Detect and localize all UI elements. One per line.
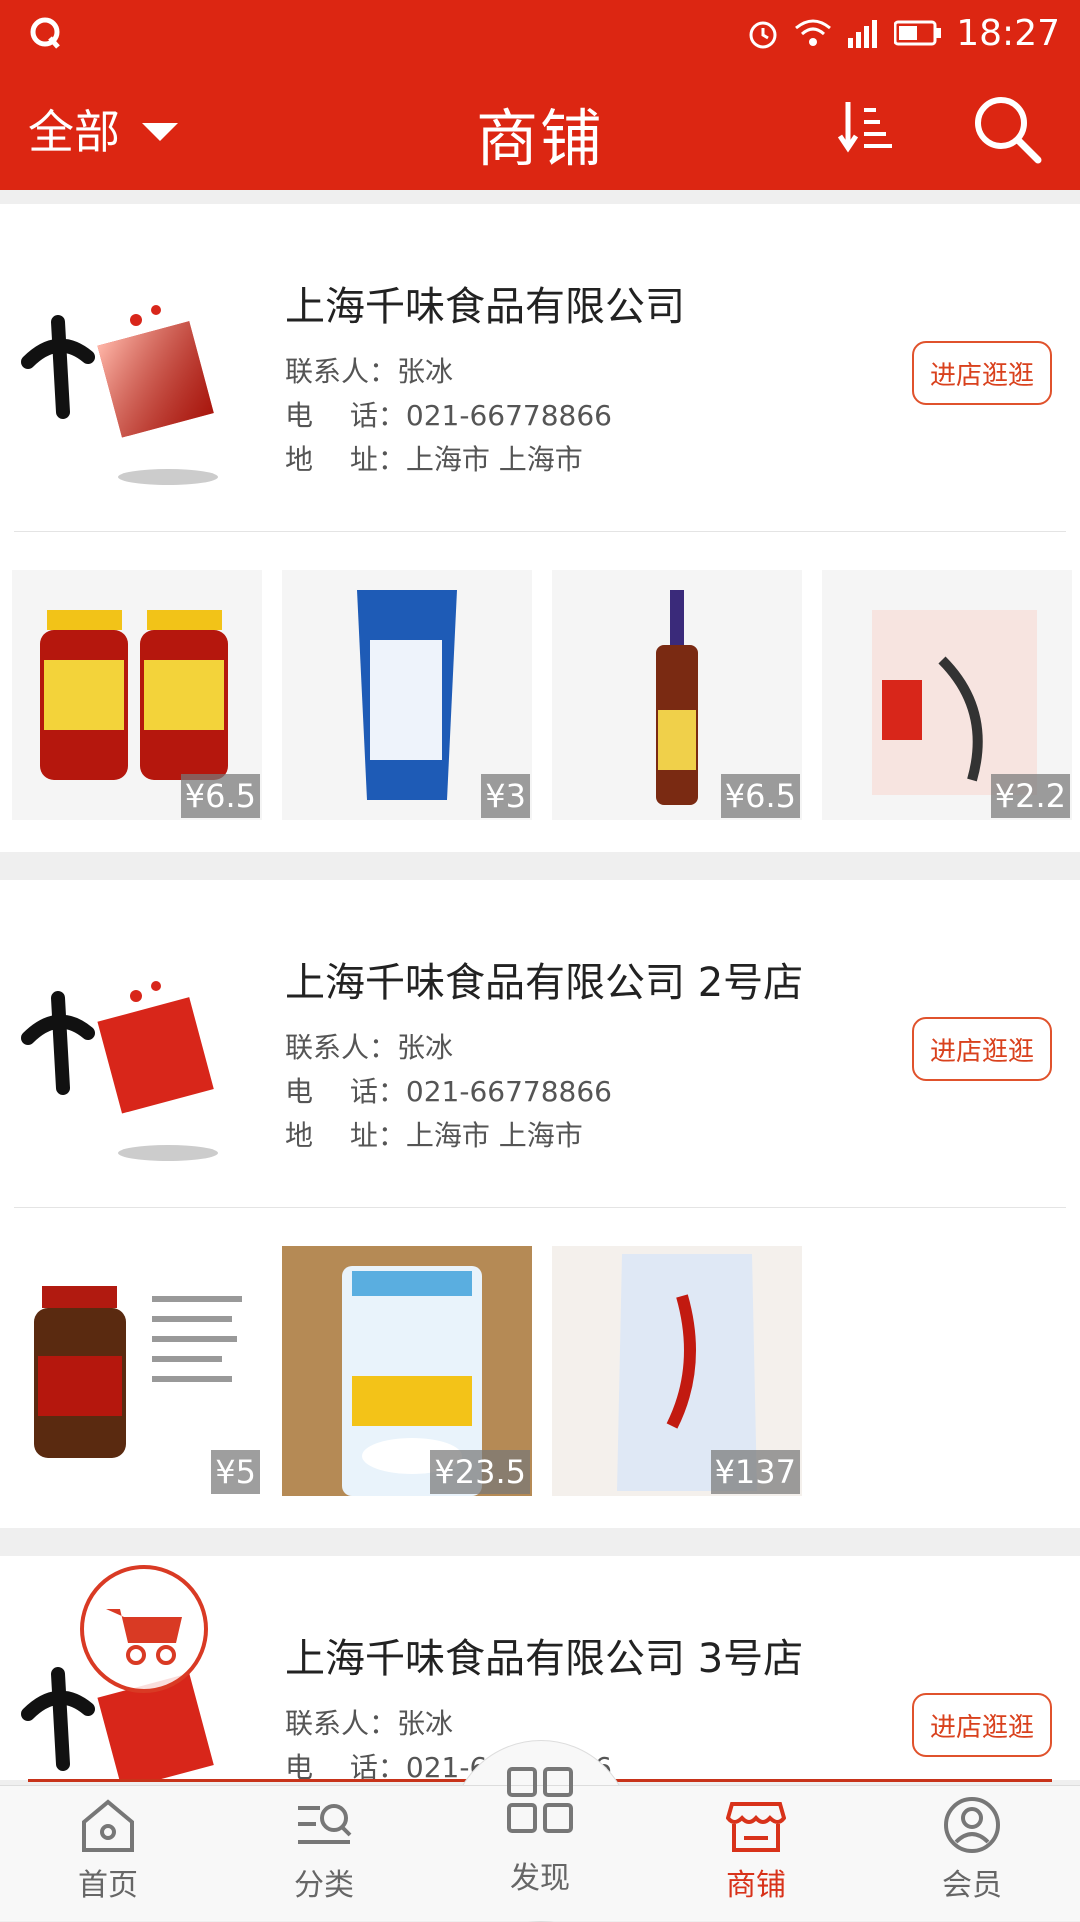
phone-label: 电 话： bbox=[285, 1075, 406, 1108]
cart-button[interactable] bbox=[80, 1565, 208, 1693]
shop-header[interactable]: 上海千味食品有限公司 2号店 联系人： 张冰 电 话： 021-66778866 地… bbox=[0, 880, 1080, 1208]
app-notification-icon bbox=[30, 17, 60, 49]
phone-value: 021-66778866 bbox=[405, 1075, 612, 1108]
visit-shop-button[interactable]: 进店逛逛 bbox=[912, 1017, 1052, 1081]
home-icon bbox=[82, 1799, 134, 1852]
contact-value: 张冰 bbox=[397, 355, 454, 388]
product-price: ¥137 bbox=[710, 1450, 800, 1494]
shop-card[interactable]: 上海千味食品有限公司 联系人： 张冰 电 话： 021-66778866 地 址：上… bbox=[0, 204, 1080, 852]
nav-shops-label: 商铺 bbox=[726, 1868, 786, 1903]
contact-label: 联系人： bbox=[285, 1031, 398, 1064]
wifi-icon bbox=[795, 19, 832, 46]
spacer bbox=[0, 852, 1080, 880]
shop-logo bbox=[21, 981, 218, 1161]
nav-home-label: 首页 bbox=[78, 1868, 138, 1903]
product-price: ¥6.5 bbox=[180, 774, 260, 818]
product-price: ¥3 bbox=[481, 774, 530, 818]
contact-label: 联系人： bbox=[285, 1707, 398, 1740]
shop-icon bbox=[726, 1802, 786, 1852]
product-thumb[interactable]: ¥23.5 bbox=[282, 1246, 532, 1496]
product-thumb[interactable]: ¥2.2 bbox=[822, 570, 1072, 820]
phone-row: 电 话：021-66778866 bbox=[285, 394, 685, 438]
product-strip[interactable]: ¥6.5 ¥3 ¥6.5 ¥2.2 bbox=[0, 532, 1080, 852]
category-icon bbox=[298, 1804, 352, 1844]
nav-discover-label: 发现 bbox=[510, 1861, 570, 1896]
nav-category[interactable]: 分类 bbox=[244, 1796, 404, 1904]
nav-member-label: 会员 bbox=[942, 1868, 1002, 1903]
battery-icon bbox=[894, 20, 942, 46]
sort-icon[interactable] bbox=[836, 96, 896, 156]
product-price: ¥5 bbox=[211, 1450, 260, 1494]
nav-category-label: 分类 bbox=[294, 1868, 354, 1903]
product-price: ¥2.2 bbox=[990, 774, 1070, 818]
visit-shop-button[interactable]: 进店逛逛 bbox=[912, 341, 1052, 405]
member-icon bbox=[944, 1797, 1000, 1853]
product-price: ¥23.5 bbox=[430, 1450, 530, 1494]
product-strip[interactable]: ¥5 ¥23.5 ¥137 bbox=[0, 1208, 1080, 1528]
spacer bbox=[0, 190, 1080, 204]
shop-list[interactable]: 上海千味食品有限公司 联系人： 张冰 电 话： 021-66778866 地 址：上… bbox=[0, 190, 1080, 1780]
contact-row: 联系人： 张冰 bbox=[285, 1026, 803, 1070]
header: 全部 商铺 bbox=[0, 66, 1080, 190]
shop-header[interactable]: 上海千味食品有限公司 联系人： 张冰 电 话： 021-66778866 地 址：上… bbox=[0, 204, 1080, 532]
product-thumb[interactable]: ¥6.5 bbox=[552, 570, 802, 820]
phone-row: 电 话：021-66778866 bbox=[285, 1070, 803, 1114]
address-label: 地 址： bbox=[285, 1119, 406, 1152]
address-value: 上海市 上海市 bbox=[405, 443, 583, 476]
address-row: 地 址： 上海市 上海市 bbox=[285, 438, 685, 482]
product-thumb[interactable]: ¥6.5 bbox=[12, 570, 262, 820]
address-value: 上海市 上海市 bbox=[405, 1119, 583, 1152]
nav-discover[interactable]: 发现 bbox=[460, 1765, 620, 1897]
address-row: 地 址： 上海市 上海市 bbox=[285, 1114, 803, 1158]
contact-value: 张冰 bbox=[397, 1707, 454, 1740]
shop-info: 上海千味食品有限公司 2号店 联系人： 张冰 电 话： 021-66778866 地… bbox=[285, 950, 803, 1158]
cart-icon bbox=[106, 1609, 182, 1665]
shop-logo bbox=[21, 305, 218, 485]
product-thumb[interactable]: ¥3 bbox=[282, 570, 532, 820]
status-time: 18:27 bbox=[956, 12, 1060, 54]
product-price: ¥6.5 bbox=[720, 774, 800, 818]
search-icon[interactable] bbox=[970, 92, 1044, 166]
page-title: 商铺 bbox=[475, 102, 604, 175]
product-thumb[interactable]: ¥137 bbox=[552, 1246, 802, 1496]
product-thumb[interactable]: ¥5 bbox=[12, 1246, 262, 1496]
shop-info: 上海千味食品有限公司 联系人： 张冰 电 话： 021-66778866 地 址：上… bbox=[285, 274, 685, 482]
contact-row: 联系人： 张冰 bbox=[285, 350, 685, 394]
nav-member[interactable]: 会员 bbox=[892, 1796, 1052, 1904]
contact-value: 张冰 bbox=[397, 1031, 454, 1064]
address-label: 地 址： bbox=[285, 443, 406, 476]
nav-shops[interactable]: 商铺 bbox=[676, 1796, 836, 1904]
spacer bbox=[0, 1528, 1080, 1556]
shop-name: 上海千味食品有限公司 2号店 bbox=[285, 960, 804, 1006]
visit-shop-button[interactable]: 进店逛逛 bbox=[912, 1693, 1052, 1757]
alarm-icon bbox=[749, 21, 777, 49]
nav-home[interactable]: 首页 bbox=[28, 1796, 188, 1904]
shop-name: 上海千味食品有限公司 3号店 bbox=[285, 1636, 804, 1682]
phone-label: 电 话： bbox=[285, 399, 406, 432]
shop-name: 上海千味食品有限公司 bbox=[285, 284, 685, 330]
signal-icon bbox=[848, 20, 878, 48]
shop-card[interactable]: 上海千味食品有限公司 2号店 联系人： 张冰 电 话： 021-66778866 地… bbox=[0, 880, 1080, 1528]
phone-value: 021-66778866 bbox=[405, 399, 612, 432]
contact-label: 联系人： bbox=[285, 355, 398, 388]
phone-label: 电 话： bbox=[285, 1751, 406, 1780]
top-bar: 18:27 全部 商铺 bbox=[0, 0, 1080, 190]
status-bar: 18:27 bbox=[0, 0, 1080, 66]
grid-icon bbox=[507, 1767, 573, 1833]
